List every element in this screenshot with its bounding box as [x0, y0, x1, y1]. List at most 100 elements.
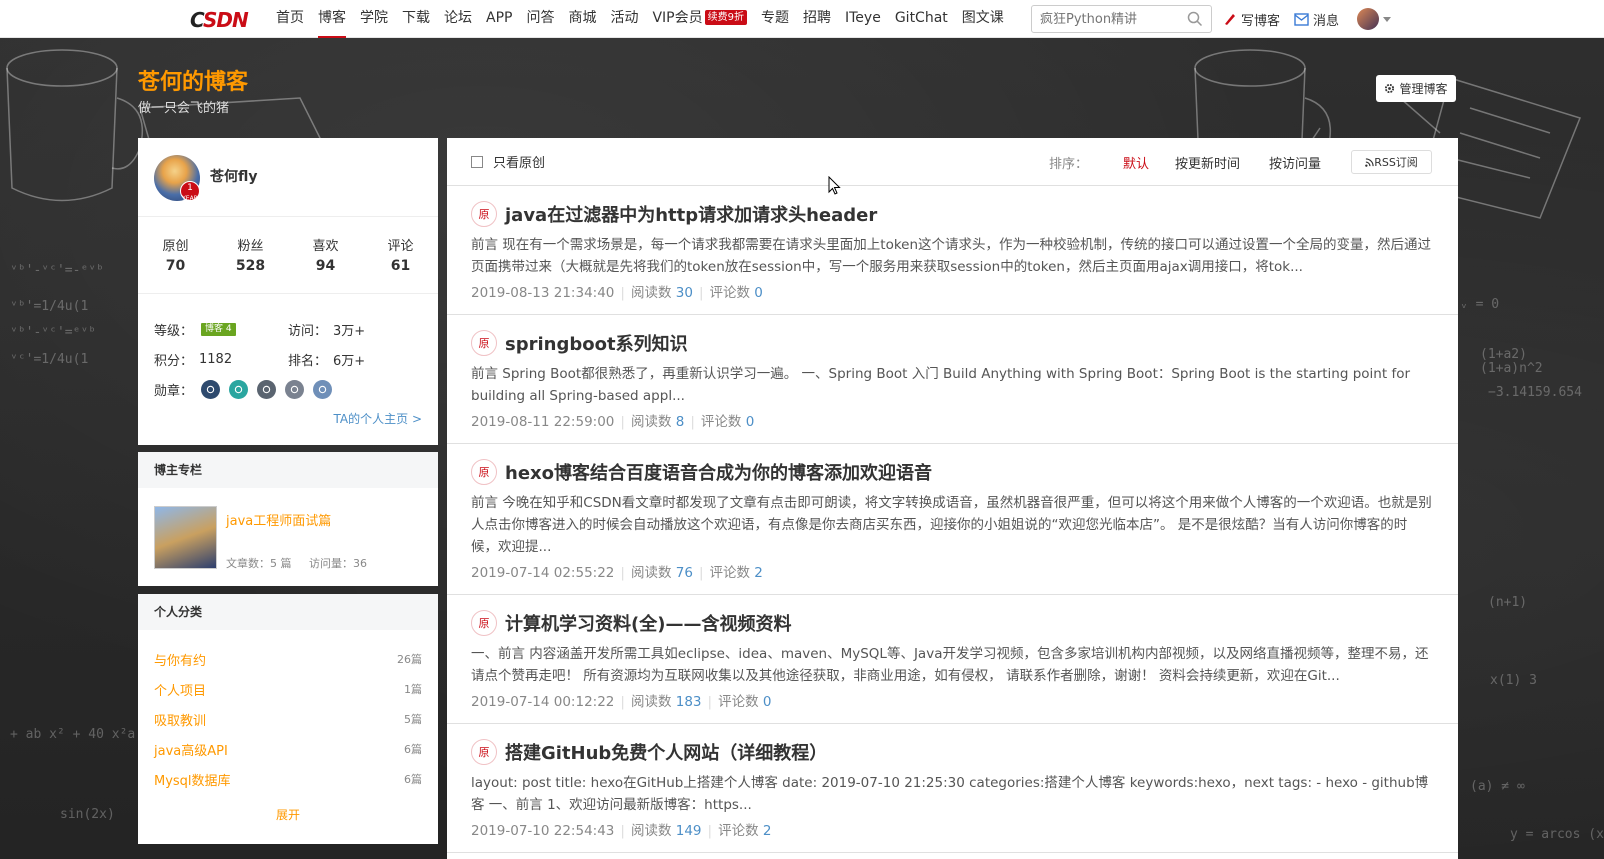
- svg-text:(a) ≠ ∞: (a) ≠ ∞: [1470, 779, 1525, 794]
- comment-count[interactable]: 0: [754, 285, 763, 301]
- category-item[interactable]: 吸取教训 5篇: [154, 704, 422, 734]
- sort-by-views[interactable]: 按访问量: [1269, 153, 1321, 172]
- stat-value: 61: [390, 258, 411, 274]
- manage-blog-label: 管理博客: [1399, 82, 1448, 96]
- rank-label: 排名：: [288, 353, 328, 369]
- stat-label: 喜欢: [312, 239, 339, 254]
- svg-text:(1+a2): (1+a2): [1480, 347, 1527, 362]
- main-nav: 首页 博客 学院 下载 论坛 APP 问答 商城 活动 VIP会员 续费9折 专题…: [269, 0, 1011, 38]
- article-item: 原 hexo博客结合百度语音合成为你的博客添加欢迎语音 前言 今晚在知乎和CSDN…: [447, 444, 1458, 595]
- nav-academy[interactable]: 学院: [353, 0, 395, 38]
- nav-qa[interactable]: 问答: [519, 0, 561, 38]
- search-input[interactable]: [1032, 6, 1182, 32]
- article-date: 2019-07-10 22:54:43: [471, 823, 615, 839]
- nav-download[interactable]: 下载: [395, 0, 437, 38]
- year-badge-number: 1: [187, 183, 193, 193]
- category-name[interactable]: 与你有约: [154, 650, 206, 669]
- sort-by-updated[interactable]: 按更新时间: [1175, 153, 1240, 172]
- medal-badge-icon[interactable]: [313, 379, 333, 399]
- nav-blog[interactable]: 博客: [311, 0, 353, 38]
- nav-iteye[interactable]: ITeye: [838, 0, 888, 38]
- article-item: 原搭建GitHub免费个人网站（详细教程） layout: post title…: [447, 724, 1458, 853]
- stat-fans: 粉丝 528: [213, 217, 288, 293]
- nav-events[interactable]: 活动: [603, 0, 645, 38]
- categories-list: 与你有约 26篇 个人项目 1篇 吸取教训 5篇 java高级API 6篇 Mysql数…: [138, 630, 438, 794]
- messages-label: 消息: [1313, 13, 1340, 29]
- column-cover-image[interactable]: [154, 506, 217, 569]
- category-name[interactable]: 个人项目: [154, 680, 206, 699]
- article-title[interactable]: java在过滤器中为http请求加请求头header: [505, 201, 877, 227]
- search-icon[interactable]: [1187, 11, 1203, 31]
- category-item[interactable]: 与你有约 26篇: [154, 644, 422, 674]
- nav-forum[interactable]: 论坛: [437, 0, 479, 38]
- expand-categories-button[interactable]: 展开: [138, 806, 438, 823]
- comment-count[interactable]: 2: [754, 565, 763, 581]
- personal-homepage-link[interactable]: TA的个人主页 >: [334, 410, 422, 427]
- user-avatar[interactable]: [1357, 8, 1380, 30]
- list-toolbar: 只看原创 排序： 默认 按更新时间 按访问量 RSS订阅: [447, 138, 1458, 186]
- blog-title[interactable]: 苍何的博客: [138, 64, 248, 96]
- category-item[interactable]: java高级API 6篇: [154, 734, 422, 764]
- profile-info: 等级： 博客 4 访问： 3万+ 积分： 1182 排名： 6万+ 勋章：: [154, 314, 424, 404]
- mouse-cursor-icon: [828, 176, 841, 195]
- category-name[interactable]: java高级API: [154, 740, 228, 759]
- category-name[interactable]: 吸取教训: [154, 710, 206, 729]
- manage-blog-button[interactable]: 管理博客: [1376, 75, 1456, 102]
- nav-topics[interactable]: 专题: [754, 0, 796, 38]
- sort-default[interactable]: 默认: [1123, 153, 1149, 172]
- article-summary: 前言 今晚在知乎和CSDN看文章时都发现了文章有点击即可朗读，将文字转换成语音，…: [471, 495, 1432, 555]
- chevron-down-icon[interactable]: [1383, 16, 1392, 22]
- article-title[interactable]: springboot系列知识: [505, 330, 688, 356]
- svg-text:ᵛᵇ'=1/4u(1: ᵛᵇ'=1/4u(1: [10, 299, 88, 314]
- stat-label: 评论: [387, 239, 414, 254]
- messages-link[interactable]: 消息: [1294, 10, 1339, 29]
- article-item: 原计算机学习资料(全)——含视频资料 一、前言 内容涵盖开发所需工具如eclip…: [447, 595, 1458, 724]
- article-title[interactable]: 搭建GitHub免费个人网站（详细教程）: [505, 739, 827, 765]
- nav-jobs[interactable]: 招聘: [796, 0, 838, 38]
- medal-badge-icon[interactable]: [229, 379, 249, 399]
- category-name[interactable]: Mysql数据库: [154, 770, 231, 789]
- medal-badge-icon[interactable]: [257, 379, 277, 399]
- medal-badge-icon[interactable]: [285, 379, 305, 399]
- level-badge[interactable]: 博客 4: [201, 322, 236, 336]
- nav-vip[interactable]: VIP会员 续费9折: [645, 0, 754, 38]
- article-date: 2019-07-14 02:55:22: [471, 565, 615, 581]
- stat-label: 原创: [162, 239, 189, 254]
- stat-label: 粉丝: [237, 239, 264, 254]
- nav-app[interactable]: APP: [479, 0, 519, 38]
- nav-tuwenke[interactable]: 图文课: [955, 0, 1011, 38]
- comment-count[interactable]: 2: [763, 823, 772, 839]
- comment-count[interactable]: 0: [746, 414, 755, 430]
- categories-card: 个人分类 与你有约 26篇 个人项目 1篇 吸取教训 5篇 java高级API 6篇 M…: [138, 594, 438, 844]
- write-blog-link[interactable]: 写博客: [1223, 10, 1280, 29]
- nav-mall[interactable]: 商城: [561, 0, 603, 38]
- article-title[interactable]: hexo博客结合百度语音合成为你的博客添加欢迎语音: [505, 459, 932, 485]
- nav-gitchat[interactable]: GitChat: [888, 0, 955, 38]
- nav-home[interactable]: 首页: [269, 0, 311, 38]
- medal-badge-icon[interactable]: [201, 379, 221, 399]
- comment-count[interactable]: 0: [763, 694, 772, 710]
- rss-icon: [1365, 157, 1374, 167]
- profile-name[interactable]: 苍何fly: [210, 166, 258, 186]
- stat-likes: 喜欢 94: [288, 217, 363, 293]
- column-title[interactable]: java工程师面试篇: [226, 510, 331, 529]
- category-count: 6篇: [404, 743, 422, 756]
- read-count: 76: [675, 565, 693, 581]
- article-meta: 2019-07-10 22:54:43 | 阅读数 149 | 评论数 2: [471, 823, 772, 839]
- article-title[interactable]: 计算机学习资料(全)——含视频资料: [505, 610, 791, 636]
- category-item[interactable]: Mysql数据库 6篇: [154, 764, 422, 794]
- article-date: 2019-07-14 00:12:22: [471, 694, 615, 710]
- category-item[interactable]: 个人项目 1篇: [154, 674, 422, 704]
- checkbox-icon[interactable]: [471, 155, 483, 168]
- category-count: 26篇: [397, 653, 422, 666]
- column-article-count: 文章数：5 篇: [226, 557, 292, 570]
- svg-text:(1+a)n^2: (1+a)n^2: [1480, 361, 1543, 376]
- article-summary: 前言 Spring Boot都很熟悉了，再重新认识学习一遍。 一、Spring …: [471, 366, 1411, 404]
- only-original-checkbox[interactable]: 只看原创: [471, 152, 545, 171]
- original-tag: 原: [471, 739, 497, 765]
- rss-subscribe-button[interactable]: RSS订阅: [1351, 150, 1432, 174]
- article-date: 2019-08-13 21:34:40: [471, 285, 615, 301]
- article-meta: 2019-07-14 00:12:22 | 阅读数 183 | 评论数 0: [471, 694, 772, 710]
- category-count: 5篇: [404, 713, 422, 726]
- csdn-logo[interactable]: CSDN: [190, 8, 249, 32]
